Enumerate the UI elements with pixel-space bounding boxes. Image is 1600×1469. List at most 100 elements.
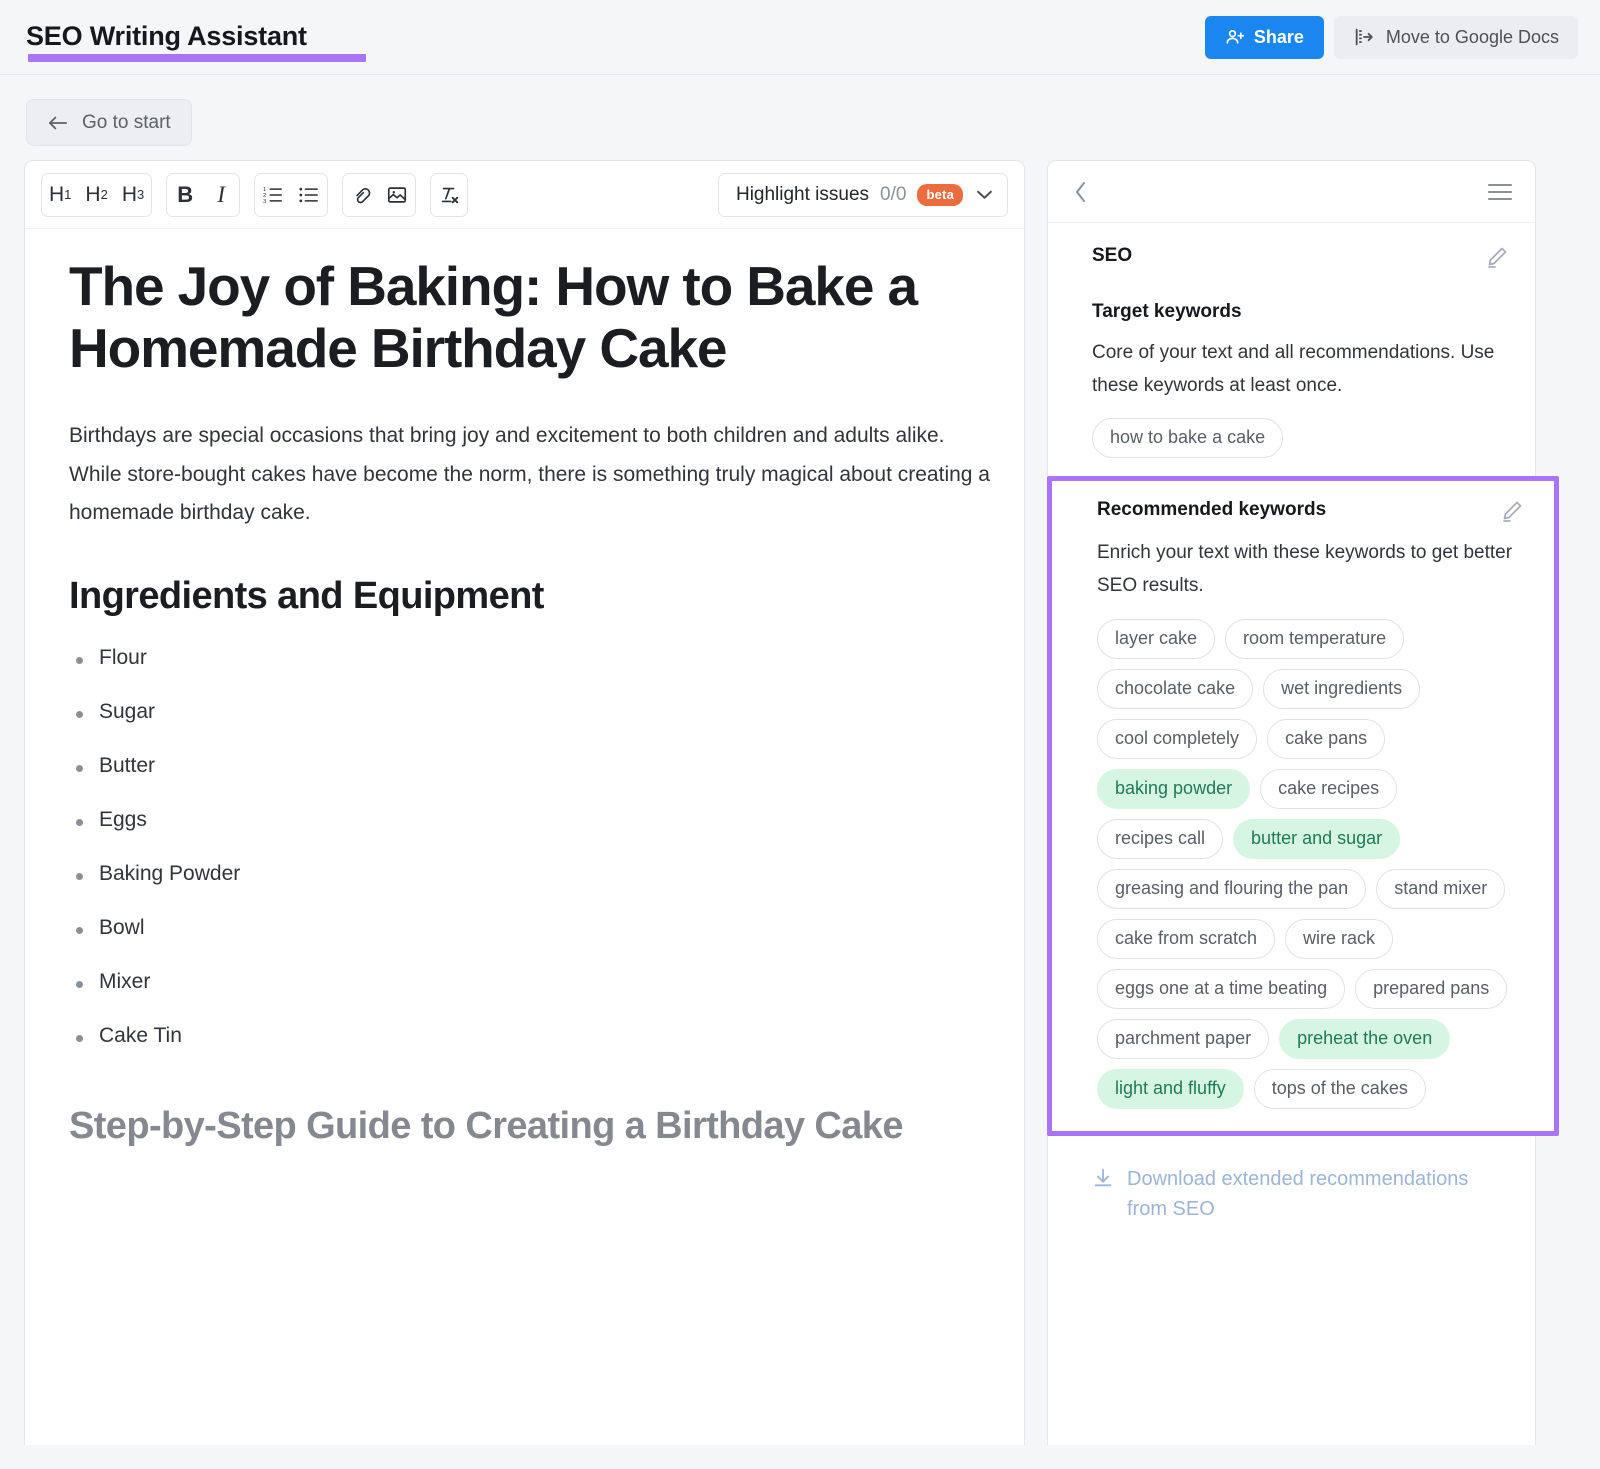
download-extended-recommendations-link[interactable]: Download extended recommendations from S…: [1092, 1164, 1509, 1224]
highlight-issues-label: Highlight issues: [735, 183, 870, 205]
list-item: Sugar: [69, 700, 990, 724]
document-heading-ingredients: Ingredients and Equipment: [69, 574, 544, 617]
link-icon: [350, 184, 372, 206]
go-to-start-button[interactable]: Go to start: [26, 99, 192, 146]
move-to-google-docs-label: Move to Google Docs: [1385, 26, 1559, 47]
keyword-chip[interactable]: how to bake a cake: [1092, 418, 1284, 459]
keyword-chip[interactable]: chocolate cake: [1097, 668, 1254, 709]
arrow-left-icon: [47, 114, 69, 132]
recommended-keywords-highlight-box: Recommended keywords Enrich your text wi…: [1047, 476, 1559, 1136]
recommended-keywords-description: Enrich your text with these keywords to …: [1097, 542, 1513, 597]
keyword-chip[interactable]: wet ingredients: [1263, 668, 1421, 709]
list-item: Butter: [69, 754, 990, 778]
text-style-group: B I: [166, 172, 241, 217]
title-underline: [28, 53, 366, 62]
keyword-chip[interactable]: prepared pans: [1355, 968, 1508, 1009]
document-body[interactable]: The Joy of Baking: How to Bake a Homemad…: [25, 229, 1024, 1148]
heading-3-sub: 3: [136, 187, 145, 202]
keyword-chip[interactable]: cake pans: [1267, 718, 1386, 759]
svg-text:3: 3: [263, 198, 267, 204]
heading-2-button[interactable]: H2: [78, 174, 114, 216]
keyword-chip[interactable]: cool completely: [1097, 718, 1258, 759]
image-button[interactable]: [379, 174, 415, 216]
link-button[interactable]: [343, 174, 379, 216]
keyword-chip[interactable]: layer cake: [1097, 618, 1216, 659]
pencil-edit-icon: [1485, 245, 1509, 269]
list-group: 1 2 3: [254, 172, 329, 217]
keyword-chip-used[interactable]: preheat the oven: [1279, 1018, 1451, 1059]
heading-3-button[interactable]: H3: [115, 174, 151, 216]
list-item: Flour: [69, 646, 990, 670]
heading-button-group: H1 H2 H3: [41, 172, 153, 217]
ordered-list-button[interactable]: 1 2 3: [255, 174, 291, 216]
keyword-chip[interactable]: stand mixer: [1376, 868, 1506, 909]
editor-toolbar: H1 H2 H3 B I 1 2 3 Highlight issues 0/0 …: [25, 161, 1024, 229]
hamburger-menu-icon: [1487, 183, 1513, 201]
document-intro-paragraph: Birthdays are special occasions that bri…: [69, 424, 990, 525]
seo-panel-header: [1048, 161, 1535, 223]
seo-section-header: SEO: [1092, 245, 1509, 269]
bold-button[interactable]: B: [167, 174, 203, 216]
keyword-chip[interactable]: eggs one at a time beating: [1097, 968, 1346, 1009]
share-button-label: Share: [1253, 26, 1304, 47]
target-keywords-chips: how to bake a cake: [1092, 418, 1509, 459]
add-user-icon: [1225, 27, 1245, 47]
clear-format-group: [430, 172, 469, 217]
list-item: Eggs: [69, 808, 990, 832]
keyword-chip[interactable]: cake recipes: [1260, 768, 1398, 809]
image-icon: [386, 184, 408, 206]
keyword-chip[interactable]: recipes call: [1097, 818, 1224, 859]
seo-edit-button[interactable]: [1485, 245, 1509, 269]
recommended-keywords-edit-button[interactable]: [1500, 499, 1524, 523]
target-keywords-heading: Target keywords: [1092, 301, 1242, 322]
keyword-chip-used[interactable]: butter and sugar: [1233, 818, 1401, 859]
move-out-icon: [1353, 26, 1375, 48]
app-title-text: SEO Writing Assistant: [26, 20, 307, 51]
document-editor: H1 H2 H3 B I 1 2 3 Highlight issues 0/0 …: [24, 160, 1025, 1445]
move-to-google-docs-button[interactable]: Move to Google Docs: [1333, 15, 1578, 59]
download-icon: [1092, 1167, 1114, 1189]
keyword-chip-used[interactable]: light and fluffy: [1097, 1068, 1244, 1109]
keyword-chip[interactable]: tops of the cakes: [1253, 1068, 1426, 1109]
target-keywords-section: Target keywords Core of your text and al…: [1048, 283, 1535, 459]
go-to-start-label: Go to start: [82, 111, 171, 133]
download-link-label: Download extended recommendations from S…: [1127, 1167, 1469, 1220]
keyword-chip[interactable]: cake from scratch: [1097, 918, 1276, 959]
top-bar: SEO Writing Assistant Share Move to Goog…: [0, 0, 1600, 75]
main-area: H1 H2 H3 B I 1 2 3 Highlight issues 0/0 …: [0, 160, 1600, 1445]
italic-button[interactable]: I: [203, 174, 239, 216]
ordered-list-icon: 1 2 3: [262, 185, 284, 205]
keyword-chip[interactable]: wire rack: [1285, 918, 1394, 959]
ingredients-list: Flour Sugar Butter Eggs Baking Powder Bo…: [69, 646, 990, 1048]
sub-bar: Go to start: [0, 75, 1600, 160]
highlight-issues-dropdown[interactable]: Highlight issues 0/0 beta: [717, 172, 1008, 217]
page-title: SEO Writing Assistant: [26, 20, 366, 62]
bullet-list-button[interactable]: [291, 174, 327, 216]
keyword-chip-used[interactable]: baking powder: [1097, 768, 1251, 809]
list-item: Mixer: [69, 970, 990, 994]
heading-2-sub: 2: [100, 187, 108, 202]
collapse-panel-button[interactable]: [1074, 181, 1088, 203]
keyword-chip[interactable]: parchment paper: [1097, 1018, 1270, 1059]
chevron-left-icon: [1074, 181, 1088, 203]
keyword-chip[interactable]: greasing and flouring the pan: [1097, 868, 1367, 909]
seo-section: SEO: [1048, 223, 1535, 269]
panel-menu-button[interactable]: [1487, 183, 1513, 201]
top-bar-actions: Share Move to Google Docs: [1204, 15, 1578, 59]
document-title: The Joy of Baking: How to Bake a Homemad…: [69, 255, 918, 380]
heading-1-button[interactable]: H1: [42, 174, 78, 216]
clear-formatting-button[interactable]: [431, 174, 467, 216]
share-button[interactable]: Share: [1204, 15, 1324, 59]
recommended-keywords-header: Recommended keywords: [1097, 499, 1524, 523]
bullet-list-icon: [298, 185, 320, 205]
target-keywords-description: Core of your text and all recommendation…: [1092, 342, 1495, 396]
heading-1-sub: 1: [64, 187, 72, 202]
seo-section-title: SEO: [1092, 245, 1133, 266]
insert-group: [342, 172, 417, 217]
recommended-keywords-section: Recommended keywords Enrich your text wi…: [1052, 499, 1554, 1109]
keyword-chip[interactable]: room temperature: [1225, 618, 1405, 659]
document-heading-step-by-step: Step-by-Step Guide to Creating a Birthda…: [69, 1104, 903, 1147]
seo-panel: SEO Target keywords Core of your text an…: [1047, 160, 1559, 1445]
list-item: Cake Tin: [69, 1024, 990, 1048]
recommended-keywords-chips: layer cake room temperature chocolate ca…: [1097, 618, 1524, 1109]
